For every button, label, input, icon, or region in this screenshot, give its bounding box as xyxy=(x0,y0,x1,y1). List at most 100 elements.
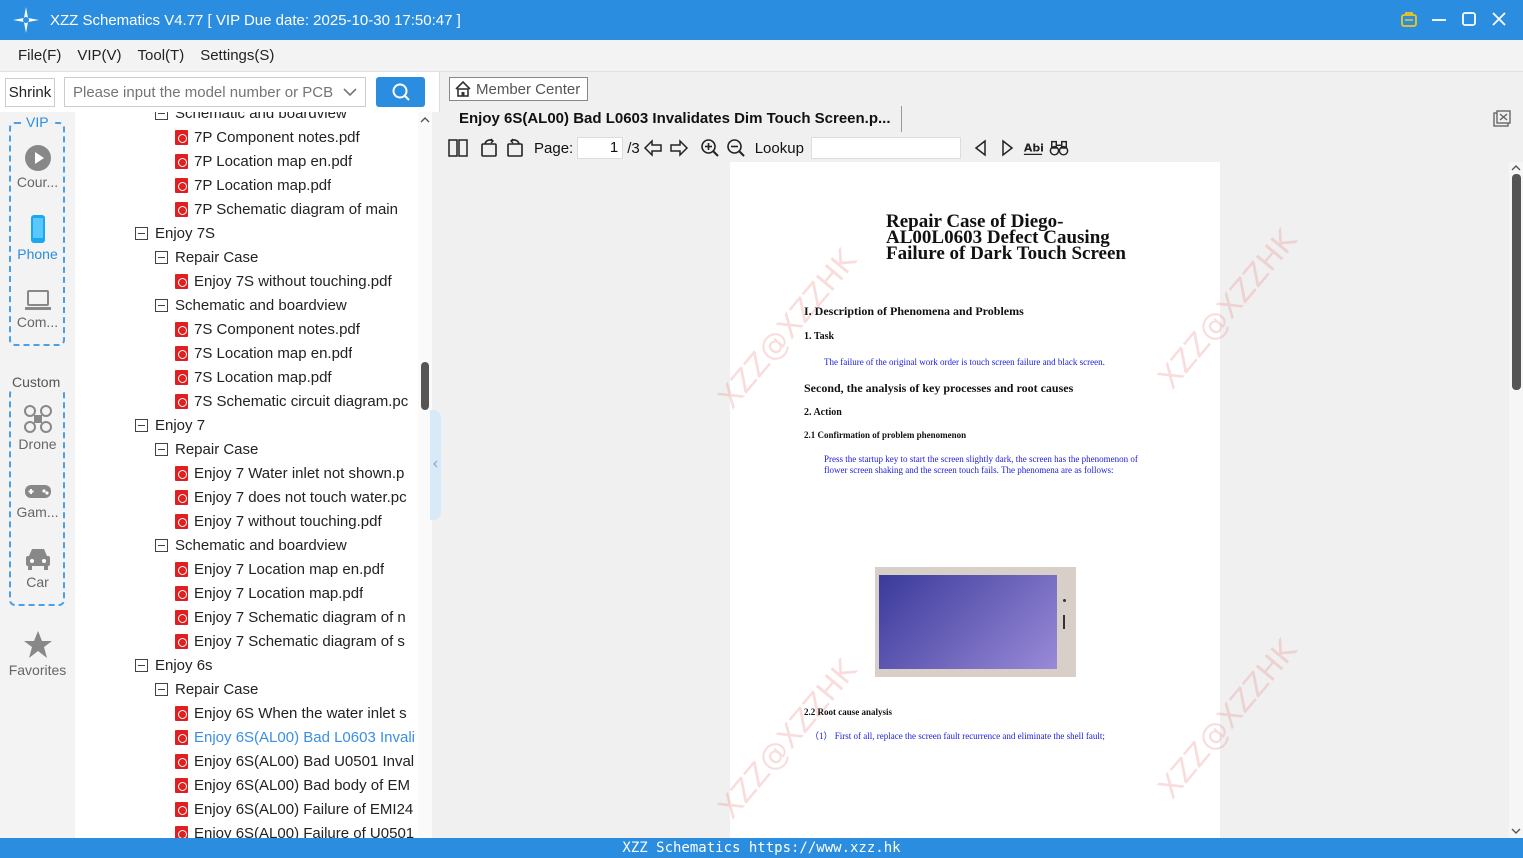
collapse-toggle-icon[interactable] xyxy=(155,538,168,552)
find-next-icon[interactable] xyxy=(997,138,1017,158)
tree-file-item[interactable]: Enjoy 7 Schematic diagram of n xyxy=(175,605,418,629)
binoculars-icon[interactable] xyxy=(1049,138,1069,158)
collapse-toggle-icon[interactable] xyxy=(135,226,148,240)
sidebar-item-car[interactable]: Car xyxy=(0,546,75,590)
collapse-toggle-icon[interactable] xyxy=(155,442,168,456)
search-bar: Shrink xyxy=(0,72,440,112)
member-center-button[interactable]: Member Center xyxy=(449,77,588,101)
sidebar-item-drone[interactable]: Drone xyxy=(0,404,75,452)
tree-folder-item[interactable]: Schematic and boardview xyxy=(155,112,418,125)
search-button[interactable] xyxy=(376,77,425,107)
menu-vip[interactable]: VIP(V) xyxy=(77,47,121,64)
custom-group-label: Custom xyxy=(10,374,63,390)
phone-icon xyxy=(30,215,45,243)
tree-file-item[interactable]: 7S Component notes.pdf xyxy=(175,317,418,341)
tree-folder-item[interactable]: Schematic and boardview xyxy=(155,533,418,557)
tree-scroll-thumb[interactable] xyxy=(421,362,429,410)
tree-folder-item[interactable]: Repair Case xyxy=(155,677,418,701)
tree-folder-item[interactable]: Repair Case xyxy=(155,245,418,269)
tree-file-item[interactable]: Enjoy 6S(AL00) Bad body of EM xyxy=(175,773,418,797)
collapse-toggle-icon[interactable] xyxy=(135,658,148,672)
prev-page-icon[interactable] xyxy=(643,138,663,158)
document-tab[interactable]: Enjoy 6S(AL00) Bad L0603 Invalidates Dim… xyxy=(449,106,902,132)
collapse-toggle-icon[interactable] xyxy=(155,112,168,120)
tree-file-item[interactable]: Enjoy 6S When the water inlet s xyxy=(175,701,418,725)
pdf-viewport[interactable]: XZZ@XZZHK XZZ@XZZHK XZZ@XZZHK XZZ@XZZHK … xyxy=(441,162,1523,838)
zoom-in-icon[interactable] xyxy=(700,138,720,158)
scroll-up-icon[interactable] xyxy=(418,114,432,126)
find-prev-icon[interactable] xyxy=(971,138,991,158)
doc-task-heading: 1. Task xyxy=(804,331,835,342)
vip-group-label: VIP xyxy=(24,114,51,130)
pdf-file-icon xyxy=(175,369,188,385)
tree-folder-item[interactable]: Schematic and boardview xyxy=(155,293,418,317)
collapse-toggle-icon[interactable] xyxy=(155,682,168,696)
tree-folder-item[interactable]: Enjoy 6s xyxy=(135,653,418,677)
zoom-out-icon[interactable] xyxy=(726,138,746,158)
shrink-button[interactable]: Shrink xyxy=(5,78,55,107)
two-page-icon[interactable] xyxy=(448,138,468,158)
sidebar-item-favorites[interactable]: Favorites xyxy=(0,630,75,678)
viewer-scroll-thumb[interactable] xyxy=(1512,174,1521,390)
vip-bag-icon[interactable] xyxy=(1399,8,1419,30)
sidebar-item-courses[interactable]: Cour... xyxy=(0,144,75,190)
menu-file[interactable]: File(F) xyxy=(18,47,61,64)
tree-file-item[interactable]: 7P Location map en.pdf xyxy=(175,149,418,173)
menu-tool[interactable]: Tool(T) xyxy=(138,47,185,64)
sidebar-item-label: Com... xyxy=(16,314,59,330)
tree-file-item[interactable]: 7S Location map.pdf xyxy=(175,365,418,389)
tree-file-item[interactable]: Enjoy 7S without touching.pdf xyxy=(175,269,418,293)
close-icon[interactable] xyxy=(1489,8,1509,30)
maximize-icon[interactable] xyxy=(1459,8,1479,30)
collapse-toggle-icon[interactable] xyxy=(135,418,148,432)
tree-file-item[interactable]: Enjoy 7 Location map.pdf xyxy=(175,581,418,605)
sidebar-item-computer[interactable]: Com... xyxy=(0,288,75,330)
collapse-toggle-icon[interactable] xyxy=(155,250,168,264)
window-title: XZZ Schematics V4.77 [ VIP Due date: 202… xyxy=(50,11,461,29)
play-icon xyxy=(24,145,51,171)
tree-file-item[interactable]: 7S Location map en.pdf xyxy=(175,341,418,365)
doc-section-2: Second, the analysis of key processes an… xyxy=(804,381,1074,395)
page-number-input[interactable]: 1 xyxy=(577,137,624,159)
tree-file-item[interactable]: Enjoy 6S(AL00) Failure of EMI24 xyxy=(175,797,418,821)
tree-file-item[interactable]: Enjoy 7 Water inlet not shown.p xyxy=(175,461,418,485)
tree-file-item[interactable]: Enjoy 7 does not touch water.pc xyxy=(175,485,418,509)
scroll-up-icon[interactable] xyxy=(1509,163,1523,173)
sidebar-item-game[interactable]: Gam... xyxy=(0,480,75,520)
rotate-left-icon[interactable] xyxy=(479,138,499,158)
tree-file-item[interactable]: 7P Location map.pdf xyxy=(175,173,418,197)
tree-folder-item[interactable]: Enjoy 7 xyxy=(135,413,418,437)
lookup-input[interactable] xyxy=(810,137,961,159)
next-page-icon[interactable] xyxy=(669,138,689,158)
tree-file-item[interactable]: 7P Component notes.pdf xyxy=(175,125,418,149)
rotate-right-icon[interactable] xyxy=(505,138,525,158)
pdf-file-icon xyxy=(175,177,188,193)
tree-item-label: Enjoy 7 Location map en.pdf xyxy=(194,560,385,578)
pdf-file-icon xyxy=(175,513,188,529)
tree-file-item[interactable]: Enjoy 7 Location map en.pdf xyxy=(175,557,418,581)
tree-file-item[interactable]: 7S Schematic circuit diagram.pc xyxy=(175,389,418,413)
match-case-icon[interactable]: Abi xyxy=(1023,138,1043,158)
tree-folder-item[interactable]: Repair Case xyxy=(155,437,418,461)
chevron-down-icon[interactable] xyxy=(340,82,360,102)
tree-file-item[interactable]: Enjoy 7 without touching.pdf xyxy=(175,509,418,533)
tree-file-item[interactable]: Enjoy 6S(AL00) Failure of U0501 xyxy=(175,821,418,838)
scroll-down-icon[interactable] xyxy=(1509,826,1523,836)
collapse-panel-handle[interactable] xyxy=(430,410,441,520)
tree-item-label: 7P Component notes.pdf xyxy=(194,128,360,146)
car-icon xyxy=(25,549,50,570)
menu-settings[interactable]: Settings(S) xyxy=(200,47,274,64)
pdf-file-icon xyxy=(175,801,188,817)
tree-file-item[interactable]: Enjoy 7 Schematic diagram of s xyxy=(175,629,418,653)
minimize-icon[interactable] xyxy=(1429,8,1449,30)
viewer-scrollbar[interactable] xyxy=(1509,162,1523,838)
tree-item-label: 7P Location map.pdf xyxy=(194,176,332,194)
tree-file-item[interactable]: Enjoy 6S(AL00) Bad U0501 Inval xyxy=(175,749,418,773)
tree-file-item[interactable]: Enjoy 6S(AL00) Bad L0603 Invali xyxy=(175,725,418,749)
sidebar-item-phone[interactable]: Phone xyxy=(0,214,75,262)
close-tab-icon[interactable] xyxy=(1493,110,1511,128)
tree-folder-item[interactable]: Enjoy 7S xyxy=(135,221,418,245)
collapse-toggle-icon[interactable] xyxy=(155,298,168,312)
search-input[interactable] xyxy=(64,77,366,107)
tree-file-item[interactable]: 7P Schematic diagram of main xyxy=(175,197,418,221)
